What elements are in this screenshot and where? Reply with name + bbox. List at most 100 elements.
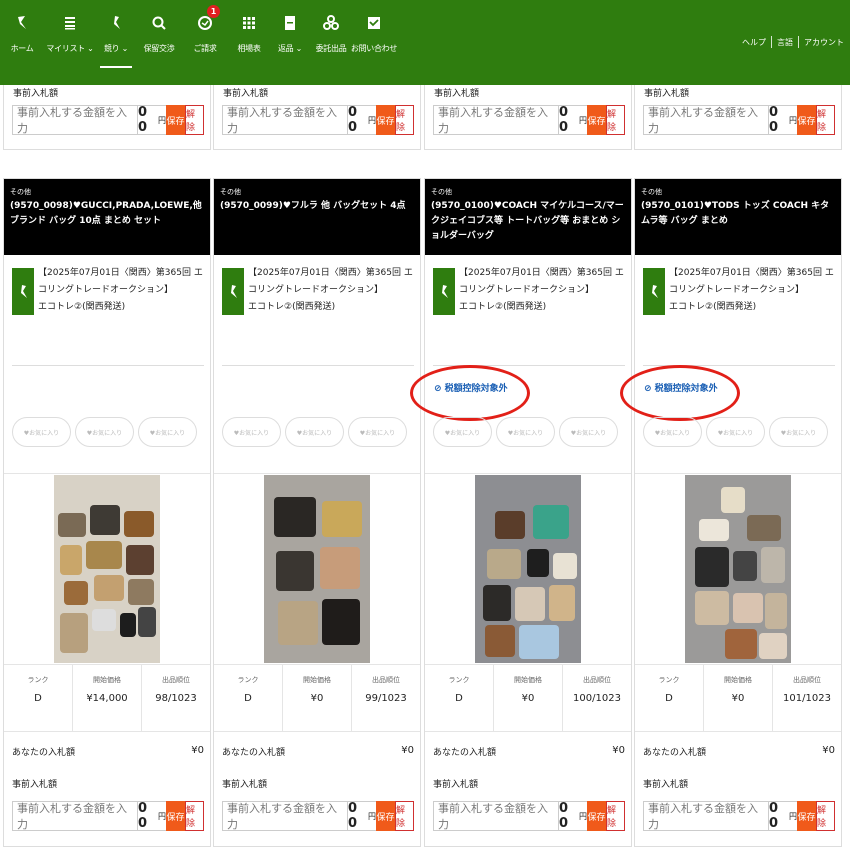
rank-label: ランク — [448, 676, 470, 684]
order-value: 98/1023 — [155, 693, 197, 704]
your-bid-row: あなたの入札額 ¥0 — [222, 745, 414, 758]
order-label: 出品順位 — [372, 676, 400, 684]
help-link[interactable]: ヘルプ — [742, 37, 766, 48]
nav-billing[interactable]: 1 ご請求 — [182, 0, 228, 85]
auction-venue: エコトレ②(関西発送) — [459, 302, 547, 312]
language-link[interactable]: 言語 — [777, 37, 793, 48]
account-link[interactable]: アカウント — [804, 37, 844, 48]
save-button[interactable]: 保存 — [376, 801, 395, 831]
favorite-button-2[interactable]: ♥お気に入り — [496, 417, 555, 447]
save-button[interactable]: 保存 — [587, 105, 606, 135]
bid-amount-input[interactable]: 事前入札する金額を入力 — [433, 105, 559, 135]
favorite-button-3[interactable]: ♥お気に入り — [138, 417, 197, 447]
lot-title[interactable]: (9570_0099)♥フルラ 他 バッグセット 4点 — [220, 199, 414, 214]
bid-zero: 0 0 — [138, 801, 158, 831]
your-bid-label: あなたの入札額 — [222, 748, 286, 758]
cancel-button[interactable]: 解除 — [816, 105, 835, 135]
nav-auction[interactable]: 競り ⌄ — [96, 0, 136, 85]
your-bid-value: ¥0 — [191, 745, 204, 756]
divider — [12, 365, 204, 366]
nav-negotiation[interactable]: 保留交渉 — [136, 0, 182, 85]
save-button[interactable]: 保存 — [587, 801, 606, 831]
highlight-circle — [620, 365, 740, 421]
lot-photo[interactable] — [685, 475, 791, 663]
favorite-button-1[interactable]: ♥お気に入り — [12, 417, 71, 447]
auction-logo-icon — [433, 268, 455, 315]
nav-price-table[interactable]: 相場表 — [228, 0, 270, 85]
card-header[interactable]: その他 (9570_0098)♥GUCCI,PRADA,LOEWE,他ブランド … — [4, 179, 210, 255]
lot-photo[interactable] — [54, 475, 160, 663]
favorite-button-1[interactable]: ♥お気に入り — [643, 417, 702, 447]
tax-exempt-note: ⊘ 税額控除対象外 — [410, 365, 530, 421]
bid-form: 事前入札する金額を入力 0 0 円 保存 解除 — [12, 105, 204, 135]
save-button[interactable]: 保存 — [166, 801, 185, 831]
cancel-button[interactable]: 解除 — [816, 801, 835, 831]
prev-card-bid-strip: 事前入札額 事前入札する金額を入力 0 0 円 保存 解除 — [213, 85, 421, 150]
order-label: 出品順位 — [583, 676, 611, 684]
prev-card-bid-strip: 事前入札額 事前入札する金額を入力 0 0 円 保存 解除 — [634, 85, 842, 150]
card-header[interactable]: その他 (9570_0099)♥フルラ 他 バッグセット 4点 — [214, 179, 420, 255]
nav-returns[interactable]: 返品 ⌄ — [270, 0, 310, 85]
cancel-button[interactable]: 解除 — [395, 105, 414, 135]
bid-amount-input[interactable]: 事前入札する金額を入力 — [222, 801, 348, 831]
favorite-button-2[interactable]: ♥お気に入り — [285, 417, 344, 447]
card-header[interactable]: その他 (9570_0101)♥TODS トッズ COACH キタムラ等 バッグ… — [635, 179, 841, 255]
bid-amount-input[interactable]: 事前入札する金額を入力 — [12, 801, 138, 831]
nav-label: 競り ⌄ — [103, 44, 129, 53]
yen-unit: 円 — [368, 801, 376, 831]
bid-zero: 0 0 — [769, 801, 789, 831]
cancel-button[interactable]: 解除 — [606, 801, 625, 831]
lot-card[interactable]: その他 (9570_0099)♥フルラ 他 バッグセット 4点 【2025年07… — [213, 178, 421, 847]
order-value: 101/1023 — [783, 693, 831, 704]
bid-amount-input[interactable]: 事前入札する金額を入力 — [643, 801, 769, 831]
nav-label: 委託出品 — [315, 44, 347, 53]
nav-contact[interactable]: お問い合わせ — [351, 0, 397, 85]
rank-value: D — [34, 693, 42, 704]
save-button[interactable]: 保存 — [376, 105, 395, 135]
cancel-button[interactable]: 解除 — [606, 105, 625, 135]
lot-photo[interactable] — [475, 475, 581, 663]
auction-venue: エコトレ②(関西発送) — [669, 302, 757, 312]
bid-amount-input[interactable]: 事前入札する金額を入力 — [643, 105, 769, 135]
nav-consign[interactable]: 委託出品 — [310, 0, 352, 85]
favorite-button-1[interactable]: ♥お気に入り — [222, 417, 281, 447]
lot-stats: ランク D 開始価格 ¥0 出品順位 101/1023 — [635, 665, 841, 731]
cancel-button[interactable]: 解除 — [395, 801, 414, 831]
nav-mylist[interactable]: マイリスト ⌄ — [44, 0, 96, 85]
save-button[interactable]: 保存 — [797, 801, 816, 831]
card-header[interactable]: その他 (9570_0100)♥COACH マイケルコース/マークジェイコブス等… — [425, 179, 631, 255]
cancel-button[interactable]: 解除 — [185, 801, 204, 831]
tax-exempt-note: ⊘ 税額控除対象外 — [620, 365, 740, 421]
rank-label: ランク — [237, 676, 259, 684]
cancel-button[interactable]: 解除 — [185, 105, 204, 135]
favorite-button-2[interactable]: ♥お気に入り — [75, 417, 134, 447]
favorite-button-2[interactable]: ♥お気に入り — [706, 417, 765, 447]
favorite-button-3[interactable]: ♥お気に入り — [769, 417, 828, 447]
lot-card[interactable]: その他 (9570_0098)♥GUCCI,PRADA,LOEWE,他ブランド … — [3, 178, 211, 847]
favorite-button-3[interactable]: ♥お気に入り — [348, 417, 407, 447]
lot-card[interactable]: その他 (9570_0100)♥COACH マイケルコース/マークジェイコブス等… — [410, 178, 632, 847]
divider — [425, 731, 631, 732]
bid-amount-input[interactable]: 事前入札する金額を入力 — [433, 801, 559, 831]
lot-photo[interactable] — [264, 475, 370, 663]
bid-amount-input[interactable]: 事前入札する金額を入力 — [12, 105, 138, 135]
bid-amount-input[interactable]: 事前入札する金額を入力 — [222, 105, 348, 135]
save-button[interactable]: 保存 — [166, 105, 185, 135]
start-price-value: ¥14,000 — [86, 693, 128, 704]
rank-label: ランク — [27, 676, 49, 684]
auction-name: 【2025年07月01日〈関西〉第365回 エコリングトレードオークション】 — [38, 268, 203, 295]
lot-title[interactable]: (9570_0100)♥COACH マイケルコース/マークジェイコブス等 トート… — [431, 199, 625, 244]
order-label: 出品順位 — [162, 676, 190, 684]
lot-title[interactable]: (9570_0098)♥GUCCI,PRADA,LOEWE,他ブランド バッグ … — [10, 199, 204, 229]
your-bid-row: あなたの入札額 ¥0 — [433, 745, 625, 758]
nav-home[interactable]: ホーム — [0, 0, 44, 85]
lot-title[interactable]: (9570_0101)♥TODS トッズ COACH キタムラ等 バッグ まとめ — [641, 199, 835, 229]
nav-label: ホーム — [10, 44, 34, 53]
divider — [4, 731, 210, 732]
auction-logo-icon — [643, 268, 665, 315]
save-button[interactable]: 保存 — [797, 105, 816, 135]
order-cell: 出品順位 100/1023 — [563, 665, 631, 731]
lot-card[interactable]: その他 (9570_0101)♥TODS トッズ COACH キタムラ等 バッグ… — [620, 178, 842, 847]
favorite-button-1[interactable]: ♥お気に入り — [433, 417, 492, 447]
favorite-button-3[interactable]: ♥お気に入り — [559, 417, 618, 447]
